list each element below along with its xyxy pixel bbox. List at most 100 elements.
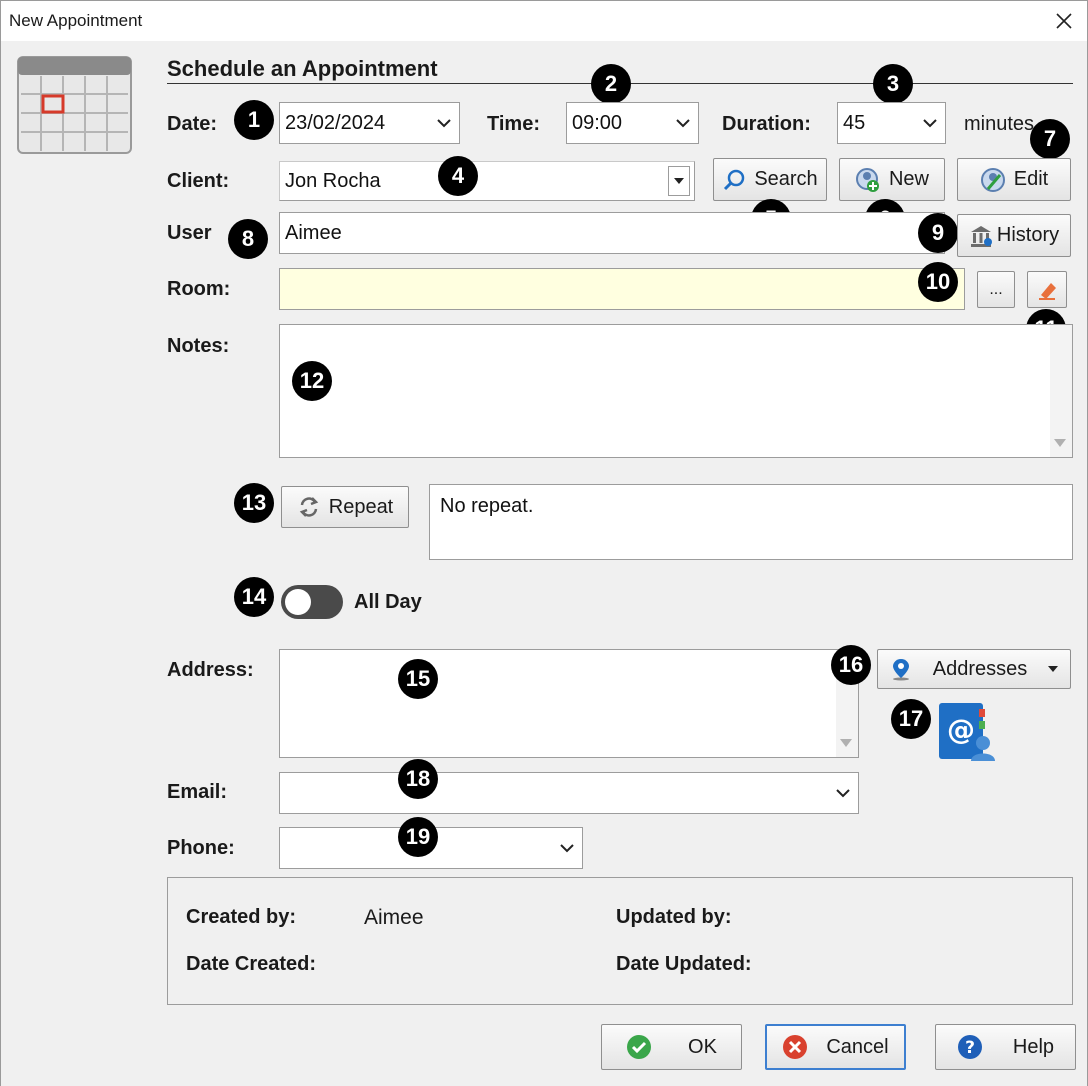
badge-3: 3 xyxy=(873,64,913,104)
duration-unit: minutes xyxy=(964,113,1035,135)
duration-value: 45 xyxy=(843,111,866,134)
room-browse-button[interactable]: ... xyxy=(977,271,1015,308)
all-day-toggle[interactable] xyxy=(281,585,343,619)
date-value: 23/02/2024 xyxy=(285,111,386,134)
chevron-down-icon xyxy=(915,118,945,128)
badge-14: 14 xyxy=(234,577,274,617)
created-by-label: Created by: xyxy=(186,906,297,928)
search-button[interactable]: Search xyxy=(713,158,827,201)
new-appointment-window: New Appointment Schedule an Appointment … xyxy=(0,0,1088,1086)
help-button-label: Help xyxy=(1012,1035,1055,1058)
client-label: Client: xyxy=(167,170,230,192)
edit-user-icon xyxy=(980,167,1005,192)
toggle-knob xyxy=(285,589,311,615)
room-field[interactable] xyxy=(279,268,965,310)
room-label: Room: xyxy=(167,278,231,300)
scroll-down-icon xyxy=(840,739,852,747)
ok-button-label: OK xyxy=(688,1035,717,1058)
dialog-content: Schedule an Appointment Date: 1 23/02/20… xyxy=(1,41,1087,1086)
close-button[interactable] xyxy=(1041,1,1087,41)
badge-18: 18 xyxy=(398,759,438,799)
repeat-summary: No repeat. xyxy=(440,495,534,517)
badge-8: 8 xyxy=(228,219,268,259)
svg-text:@: @ xyxy=(947,713,975,746)
user-field[interactable]: Aimee xyxy=(279,212,945,254)
updated-by-label: Updated by: xyxy=(616,906,732,928)
email-label: Email: xyxy=(167,781,228,803)
search-icon xyxy=(724,169,745,190)
date-created-label: Date Created: xyxy=(186,953,317,975)
new-button-label: New xyxy=(888,168,929,190)
scroll-down-icon xyxy=(1054,439,1066,447)
badge-15: 15 xyxy=(398,659,438,699)
close-icon xyxy=(1056,13,1072,29)
user-label: User xyxy=(167,222,212,244)
address-book-icon[interactable]: @ xyxy=(935,701,995,763)
created-by-value: Aimee xyxy=(364,906,424,929)
badge-7: 7 xyxy=(1030,119,1070,159)
badge-1: 1 xyxy=(234,100,274,140)
eraser-icon xyxy=(1039,282,1056,300)
time-value: 09:00 xyxy=(572,111,623,134)
title-bar: New Appointment xyxy=(1,1,1087,41)
edit-client-button[interactable]: Edit xyxy=(957,158,1071,201)
address-textarea[interactable] xyxy=(279,649,859,758)
caret-down-icon xyxy=(1048,666,1058,672)
badge-16: 16 xyxy=(831,645,871,685)
date-picker[interactable]: 23/02/2024 xyxy=(279,102,460,144)
date-label: Date: xyxy=(167,113,218,135)
badge-9: 9 xyxy=(918,213,958,253)
history-button[interactable]: History xyxy=(957,214,1071,257)
check-circle-icon xyxy=(627,1035,652,1059)
chevron-down-icon xyxy=(552,843,582,853)
addresses-dropdown-button[interactable]: Addresses xyxy=(877,649,1071,689)
help-button[interactable]: ? Help xyxy=(935,1024,1076,1070)
chevron-down-icon xyxy=(668,166,690,196)
badge-12: 12 xyxy=(292,361,332,401)
record-info-panel: Created by: Aimee Updated by: Date Creat… xyxy=(167,877,1073,1005)
chevron-down-icon xyxy=(668,118,698,128)
badge-10: 10 xyxy=(918,262,958,302)
add-user-icon xyxy=(855,167,879,192)
duration-select[interactable]: 45 xyxy=(837,102,946,144)
refresh-icon xyxy=(299,497,318,517)
search-button-label: Search xyxy=(754,168,818,190)
notes-scrollbar[interactable] xyxy=(1050,325,1072,457)
address-label: Address: xyxy=(167,659,254,681)
cancel-button[interactable]: Cancel xyxy=(765,1024,906,1070)
clear-room-button[interactable] xyxy=(1027,271,1067,308)
email-select[interactable] xyxy=(279,772,859,814)
calendar-icon xyxy=(17,56,132,154)
badge-2: 2 xyxy=(591,64,631,104)
edit-button-label: Edit xyxy=(1013,168,1049,190)
user-value: Aimee xyxy=(285,221,342,244)
cancel-button-label: Cancel xyxy=(826,1035,889,1058)
ellipsis-label: ... xyxy=(989,280,1003,298)
bank-icon xyxy=(970,225,992,247)
new-client-button[interactable]: New xyxy=(839,158,945,201)
chevron-down-icon xyxy=(429,118,459,128)
badge-4: 4 xyxy=(438,156,478,196)
chevron-down-icon xyxy=(828,788,858,798)
ok-button[interactable]: OK xyxy=(601,1024,742,1070)
phone-label: Phone: xyxy=(167,837,235,859)
notes-textarea[interactable] xyxy=(279,324,1073,458)
time-select[interactable]: 09:00 xyxy=(566,102,699,144)
all-day-label: All Day xyxy=(354,591,422,613)
repeat-button-label: Repeat xyxy=(328,495,394,518)
svg-text:?: ? xyxy=(965,1038,975,1058)
map-pin-icon xyxy=(893,659,909,681)
help-circle-icon: ? xyxy=(957,1035,982,1059)
badge-17: 17 xyxy=(891,699,931,739)
addresses-button-label: Addresses xyxy=(932,657,1028,680)
badge-19: 19 xyxy=(398,817,438,857)
history-button-label: History xyxy=(996,224,1060,246)
repeat-summary-box: No repeat. xyxy=(429,484,1073,560)
time-label: Time: xyxy=(487,113,540,135)
section-title: Schedule an Appointment xyxy=(167,56,438,81)
repeat-button[interactable]: Repeat xyxy=(281,486,409,528)
client-select[interactable]: Jon Rocha xyxy=(279,161,695,201)
window-title: New Appointment xyxy=(9,11,143,30)
notes-label: Notes: xyxy=(167,335,230,357)
date-updated-label: Date Updated: xyxy=(616,953,752,975)
